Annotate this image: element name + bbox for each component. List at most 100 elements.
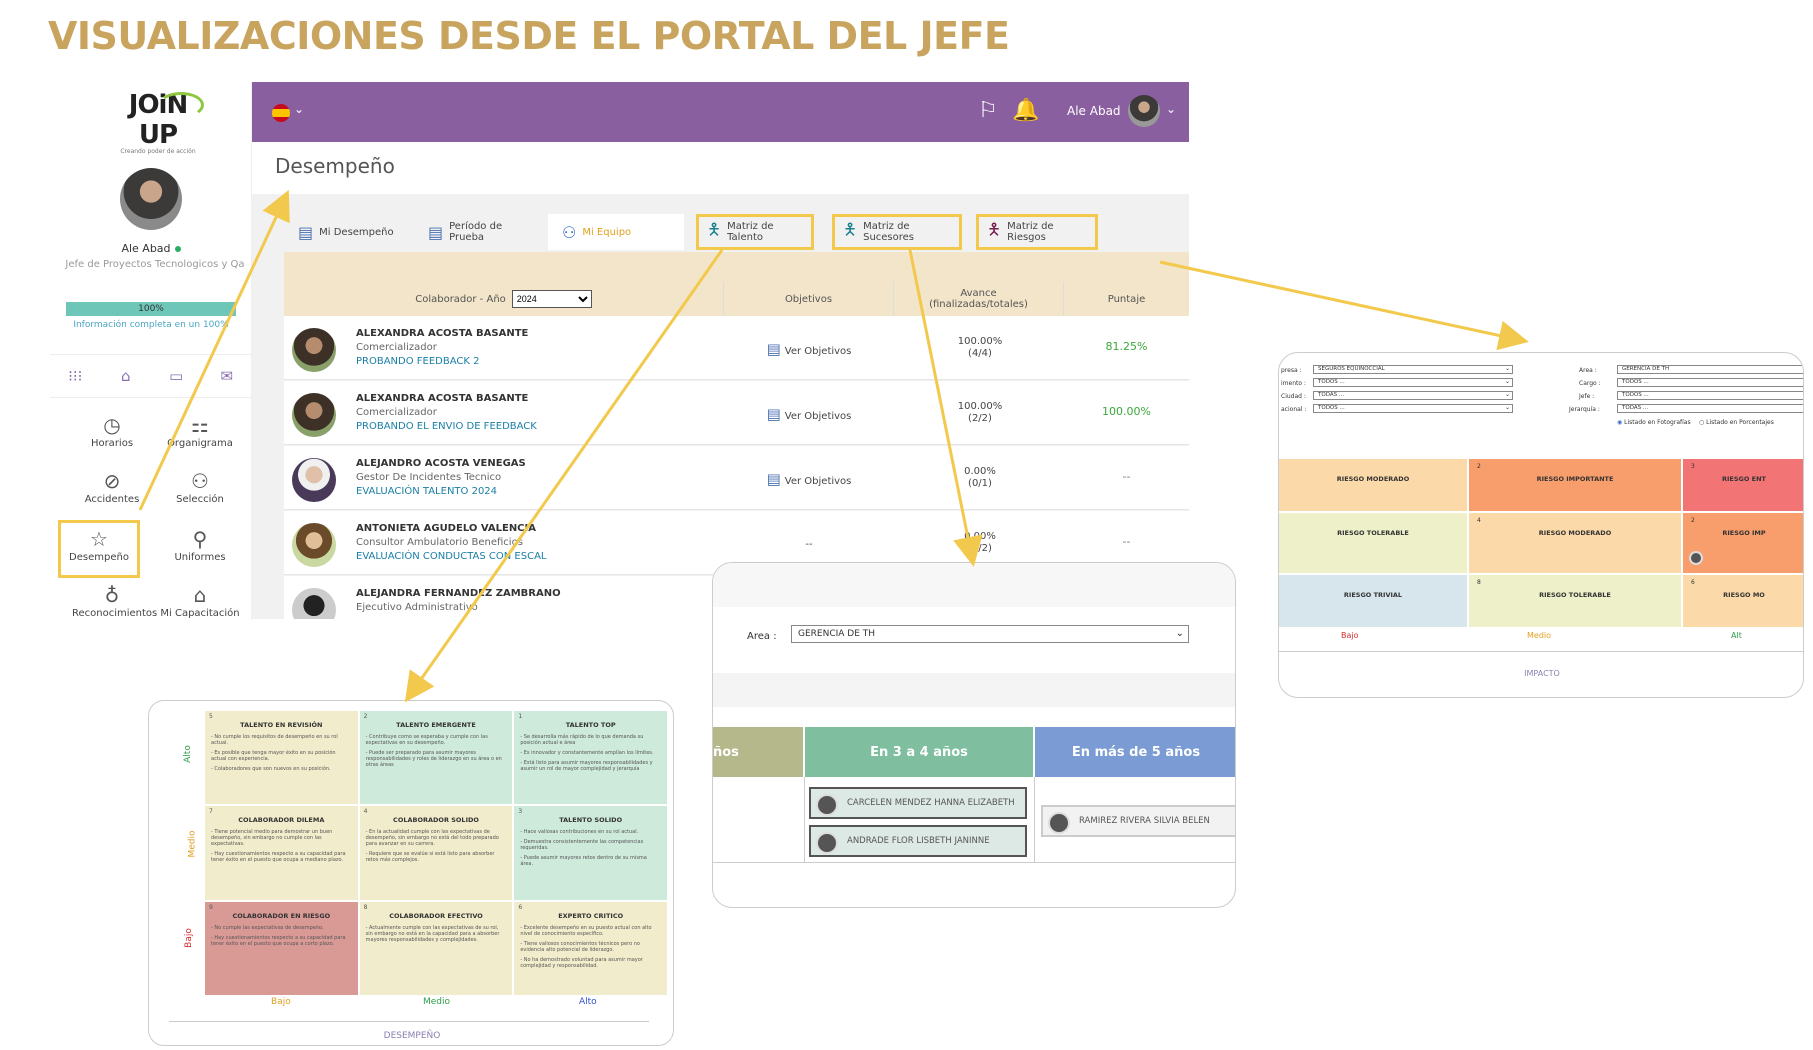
cell-number: 7 [209,808,213,816]
menu-seleccion[interactable]: ⚇ Selección [160,468,240,505]
user-avatar[interactable] [120,168,182,230]
people-icon: ⚇ [191,469,209,493]
cell-title: RIESGO ENT [1722,475,1766,483]
cell-title: COLABORADOR EN RIESGO [232,911,331,920]
row-eval-link[interactable]: PROBANDO EL ENVIO DE FEEDBACK [356,421,537,432]
row-eval-link[interactable]: EVALUACIÓN CONDUCTAS CON ESCAL [356,551,547,562]
menu-uniformes[interactable]: ⚲ Uniformes [160,526,240,563]
area-select[interactable]: GERENCIA DE TH ⌄ [791,625,1189,643]
ver-objetivos-button[interactable]: ▤ Ver Objetivos [724,340,894,358]
folder-icon[interactable]: ▭ [167,367,185,385]
avatar [292,588,336,619]
row-eval-link[interactable]: EVALUACIÓN TALENTO 2024 [356,486,497,497]
radio-photos[interactable]: ◉ Listado en Fotografías [1617,419,1691,426]
filter-label: Jerarquía : [1569,406,1600,413]
table-row[interactable]: ALEJANDRO ACOSTA VENEGAS Gestor De Incid… [284,446,1189,510]
person-icon[interactable] [1689,551,1703,565]
col-puntaje: Puntaje [1107,293,1146,305]
filter-select[interactable]: TODAS ... [1617,404,1803,413]
graduation-icon: ⌂ [193,583,207,607]
top-avatar[interactable] [1128,95,1160,127]
user-role: Jefe de Proyectos Tecnologicos y Qa [65,259,245,270]
medal-icon: ♁ [104,583,120,607]
menu-horarios[interactable]: ◷ Horarios [72,412,152,449]
ver-objetivos-button[interactable]: ▤ Ver Objetivos [724,405,894,423]
table-row[interactable]: ALEXANDRA ACOSTA BASANTE Comercializador… [284,381,1189,445]
mail-icon[interactable]: ✉ [218,367,236,385]
row-eval-link[interactable]: PROBANDO FEEDBACK 2 [356,356,479,367]
menu-accidentes[interactable]: ⊘ Accidentes [72,468,152,505]
cell-number: 2 [363,713,368,720]
headline: VISUALIZACIONES DESDE EL PORTAL DEL JEFE [48,14,1010,58]
chevron-down-icon: ⌄ [1504,365,1510,372]
filter-select[interactable]: TODOS ... [1617,378,1803,387]
menu-organigrama[interactable]: ⚏ Organigrama [160,412,240,449]
home-icon[interactable]: ⌂ [117,367,135,385]
chip-name: CARCELEN MENDEZ HANNA ELIZABETH [847,798,1015,808]
menu-desempeno[interactable]: ☆ Desempeño [58,520,140,578]
tab-mi-desempeno[interactable]: ▤ Mi Desempeño [284,214,414,250]
ver-objetivos-button[interactable]: ▤ Ver Objetivos [724,470,894,488]
risk-cell: 4 RIESGO MODERADO [1469,513,1681,573]
cell-text: - Demuestra consistentemente las compete… [520,839,644,852]
cell-text: - No cumple los requisitos de desempeño … [211,734,338,746]
cell-text: - No ha demostrado voluntad para asumir … [520,956,643,969]
logo[interactable]: JOiN UP Creando poder de acción [108,90,208,155]
cell-text: - Se desarrolla más rápido de lo que dem… [520,734,644,746]
x-label-medio: Medio [1527,631,1552,640]
cell-title: RIESGO MODERADO [1538,529,1612,537]
top-user-name[interactable]: Ale Abad [1067,104,1121,118]
table-row[interactable]: ALEXANDRA ACOSTA BASANTE Comercializador… [284,316,1189,380]
cell-number: 3 [1691,463,1695,470]
cell-title: RIESGO MO [1723,591,1765,599]
apps-icon[interactable]: ⁝⁝⁝ [66,367,84,385]
cell-title: RIESGO TOLERABLE [1539,591,1611,599]
chevron-down-icon[interactable]: ⌄ [1166,102,1176,116]
tab-matriz-talento[interactable]: 🯅 Matriz de Talento [696,214,814,250]
talent-cell: 1 TALENTO TOP - Se desarrolla más rápido d… [514,711,667,805]
row-score: -- [1122,535,1131,548]
tab-matriz-sucesores[interactable]: 🯅 Matriz de Sucesores [832,214,962,250]
bell-icon[interactable]: 🔔 [1012,98,1039,123]
succession-header-col1: ños [713,727,803,777]
tab-matriz-riesgos[interactable]: 🯅 Matriz de Riesgos [976,214,1098,250]
menu-reconocimientos[interactable]: ♁ Reconocimientos [72,582,157,619]
tab-periodo-prueba[interactable]: ▤ Período de Prueba [414,214,548,250]
row-score: -- [1122,470,1131,483]
filter-select[interactable]: TODOS ... ⌄ [1313,378,1513,387]
cell-text: - Hace valiosas contribuciones en su rol… [520,829,639,836]
filter-label: Ciudad : [1281,393,1306,400]
signpost-icon[interactable]: ⚐ [978,98,998,123]
filter-value: SEGUROS EQUINOCCIAL [1318,366,1385,372]
tab-mi-equipo[interactable]: ⚇ Mi Equipo [548,214,684,250]
filter-select[interactable]: TODOS ... [1617,391,1803,400]
filter-value: TODAS ... [1622,405,1649,411]
succession-chip[interactable]: ANDRADE FLOR LISBETH JANINNE [809,825,1027,857]
user-name-text: Ale Abad [121,242,171,255]
filter-select[interactable]: SEGUROS EQUINOCCIAL ⌄ [1313,365,1513,374]
cell-title: COLABORADOR EFECTIVO [389,911,483,920]
talent-cell: 7 COLABORADOR DILEMA - Tiene potencial med… [205,806,358,900]
area-value: GERENCIA DE TH [798,629,876,639]
radio-percent[interactable]: ○ Listado en Porcentajes [1699,419,1774,426]
cell-title: TALENTO EMERGENTE [396,721,476,729]
succession-chip[interactable]: RAMIREZ RIVERA SILVIA BELEN [1041,805,1235,837]
cell-title: RIESGO IMPORTANTE [1536,475,1614,483]
avatar [292,523,336,567]
menu-mi-capacitacion[interactable]: ⌂ Mi Capacitación [160,582,240,619]
avance-frac: (2/2) [968,413,992,424]
cell-text: - Puede asumir mayores retos dentro de s… [520,855,647,868]
filter-select[interactable]: GERENCIA DE TH [1617,365,1803,374]
succession-header-col2: En 3 a 4 años [805,727,1033,777]
succession-chip[interactable]: CARCELEN MENDEZ HANNA ELIZABETH [809,787,1027,819]
filter-select[interactable]: TODAS ... ⌄ [1313,391,1513,400]
spain-flag-icon[interactable] [272,104,290,122]
table-header: Colaborador - Año 2024 Objetivos Avance (… [284,282,1189,316]
chevron-down-icon[interactable]: ⌄ [294,102,304,116]
year-select[interactable]: 2024 [511,290,592,308]
avance-frac: (0/2) [968,543,992,554]
talent-cell: 2 TALENTO EMERGENTE - Contribuye como se e… [359,711,513,805]
uniform-icon: ⚲ [192,527,208,551]
filter-select[interactable]: TODOS ... ⌄ [1313,404,1513,413]
menu-label: Accidentes [84,494,140,505]
